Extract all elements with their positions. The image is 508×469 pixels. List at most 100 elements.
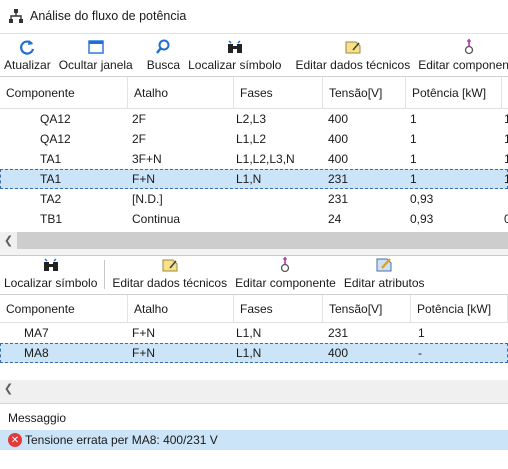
locate-symbol-button[interactable]: Localizar símbolo — [184, 34, 285, 75]
cell-current: 1 — [504, 109, 508, 129]
cell-voltage: 24 — [328, 212, 342, 226]
pane-splitter[interactable] — [0, 397, 508, 404]
table-row[interactable]: TB1 Continua 24 0,93 0 — [0, 209, 508, 229]
edit-component-label: Editar componente — [235, 276, 336, 290]
cell-component: MA7 — [24, 326, 49, 340]
search-button[interactable]: Busca — [143, 34, 184, 75]
table-row[interactable]: MA7 F+N L1,N 231 1 — [0, 323, 508, 343]
edit-attributes-label: Editar atributos — [343, 276, 425, 290]
cell-power: - — [418, 346, 422, 360]
refresh-button[interactable]: Atualizar — [0, 34, 55, 75]
edit-component-button[interactable]: Editar componente — [231, 256, 340, 293]
edit-attributes-icon — [375, 256, 393, 274]
edit-tech-data-label: Editar dados técnicos — [295, 58, 411, 72]
column-header-voltage[interactable]: Tensão[V] — [323, 295, 411, 322]
column-header-voltage[interactable]: Tensão[V] — [323, 77, 406, 108]
table-row[interactable]: TA1 F+N L1,N 231 1 1 — [0, 169, 508, 189]
table-row[interactable]: TA1 3F+N L1,L2,L3,N 400 1 1 — [0, 149, 508, 169]
cell-voltage: 400 — [328, 346, 349, 360]
scroll-left-icon[interactable]: ❮ — [0, 380, 17, 397]
search-label: Busca — [146, 58, 181, 72]
horizontal-scrollbar[interactable]: ❮ — [0, 380, 508, 397]
scroll-left-icon[interactable]: ❮ — [0, 232, 17, 249]
edit-data-icon — [161, 256, 179, 274]
cell-voltage: 400 — [328, 132, 349, 146]
edit-tech-data-button[interactable]: Editar dados técnicos — [291, 34, 414, 75]
locate-symbol-label: Localizar símbolo — [4, 276, 98, 290]
refresh-icon — [18, 38, 36, 56]
refresh-label: Atualizar — [4, 58, 51, 72]
table-row[interactable]: TA2 [N.D.] 231 0,93 — [0, 189, 508, 209]
cell-shortcut: [N.D.] — [132, 192, 163, 206]
cell-component: QA12 — [40, 132, 71, 146]
cell-component: TA1 — [40, 152, 62, 166]
scroll-thumb[interactable] — [17, 380, 508, 397]
column-header-current[interactable]: I — [502, 77, 508, 108]
message-text: Tensione errata per MA8: 400/231 V — [25, 433, 218, 447]
edit-attributes-button[interactable]: Editar atributos — [340, 256, 429, 293]
cell-power: 1 — [410, 152, 417, 166]
cell-phases: L1,L2,L3,N — [236, 152, 295, 166]
cell-voltage: 231 — [328, 192, 349, 206]
column-header-shortcut[interactable]: Atalho — [128, 77, 234, 108]
cell-shortcut: 3F+N — [132, 152, 162, 166]
locate-symbol-button[interactable]: Localizar símbolo — [0, 256, 101, 293]
cell-current: 0 — [504, 209, 508, 229]
error-icon: ✕ — [8, 433, 22, 447]
cell-voltage: 231 — [328, 326, 349, 340]
cell-component: TA1 — [40, 172, 62, 186]
scroll-thumb[interactable] — [17, 232, 508, 249]
cell-current: 1 — [504, 149, 508, 169]
column-header-component[interactable]: Componente — [0, 77, 128, 108]
cell-current: 1 — [504, 169, 508, 189]
cell-shortcut: Continua — [132, 212, 181, 226]
cell-component: QA12 — [40, 112, 71, 126]
hide-window-button[interactable]: Ocultar janela — [55, 34, 137, 75]
table-header: Componente Atalho Fases Tensão[V] Potênc… — [0, 77, 508, 109]
cell-voltage: 400 — [328, 152, 349, 166]
component-icon — [276, 256, 294, 274]
column-header-shortcut[interactable]: Atalho — [128, 295, 234, 322]
cell-shortcut: 2F — [132, 112, 147, 126]
table-row[interactable]: QA12 2F L2,L3 400 1 1 — [0, 109, 508, 129]
horizontal-scrollbar[interactable]: ❮ — [0, 232, 508, 249]
column-header-power[interactable]: Potência [kW] — [411, 295, 508, 322]
cell-shortcut: F+N — [132, 172, 156, 186]
binoculars-icon — [42, 256, 60, 274]
message-item[interactable]: ✕ Tensione errata per MA8: 400/231 V — [0, 430, 508, 450]
cell-shortcut: F+N — [132, 346, 156, 360]
cell-power: 1 — [410, 132, 417, 146]
cell-power: 1 — [410, 112, 417, 126]
cell-current — [504, 189, 508, 209]
cell-component: MA8 — [24, 346, 49, 360]
cell-voltage: 231 — [328, 172, 349, 186]
cell-power: 1 — [410, 172, 417, 186]
window-title: Análise do fluxo de potência — [30, 9, 187, 23]
column-header-component[interactable]: Componente — [0, 295, 128, 322]
cell-power: 1 — [418, 326, 425, 340]
column-header-phases[interactable]: Fases — [234, 295, 323, 322]
edit-component-button[interactable]: Editar componente — [414, 34, 508, 75]
cell-phases: L1,N — [236, 172, 262, 186]
column-header-power[interactable]: Potência [kW] — [406, 77, 502, 108]
binoculars-icon — [226, 38, 244, 56]
edit-tech-data-label: Editar dados técnicos — [112, 276, 228, 290]
component-icon — [460, 38, 478, 56]
hide-window-label: Ocultar janela — [58, 58, 133, 72]
cell-component: TB1 — [40, 212, 63, 226]
title-bar: Análise do fluxo de potência — [0, 0, 508, 32]
column-header-phases[interactable]: Fases — [234, 77, 323, 108]
detail-toolbar: Localizar símbolo Editar dados técnicos … — [0, 255, 508, 293]
cell-component: TA2 — [40, 192, 62, 206]
table-row[interactable]: MA8 F+N L1,N 400 - — [0, 343, 508, 363]
cell-power: 0,93 — [410, 212, 434, 226]
cell-phases: L1,N — [236, 346, 262, 360]
cell-phases — [236, 189, 322, 209]
edit-data-icon — [344, 38, 362, 56]
edit-tech-data-button[interactable]: Editar dados técnicos — [108, 256, 231, 293]
main-toolbar: Atualizar Ocultar janela Busca Localizar… — [0, 33, 508, 75]
cell-phases: L1,N — [236, 326, 262, 340]
cell-voltage: 400 — [328, 112, 349, 126]
table-row[interactable]: QA12 2F L1,L2 400 1 1 — [0, 129, 508, 149]
power-flow-table: Componente Atalho Fases Tensão[V] Potênc… — [0, 76, 508, 232]
